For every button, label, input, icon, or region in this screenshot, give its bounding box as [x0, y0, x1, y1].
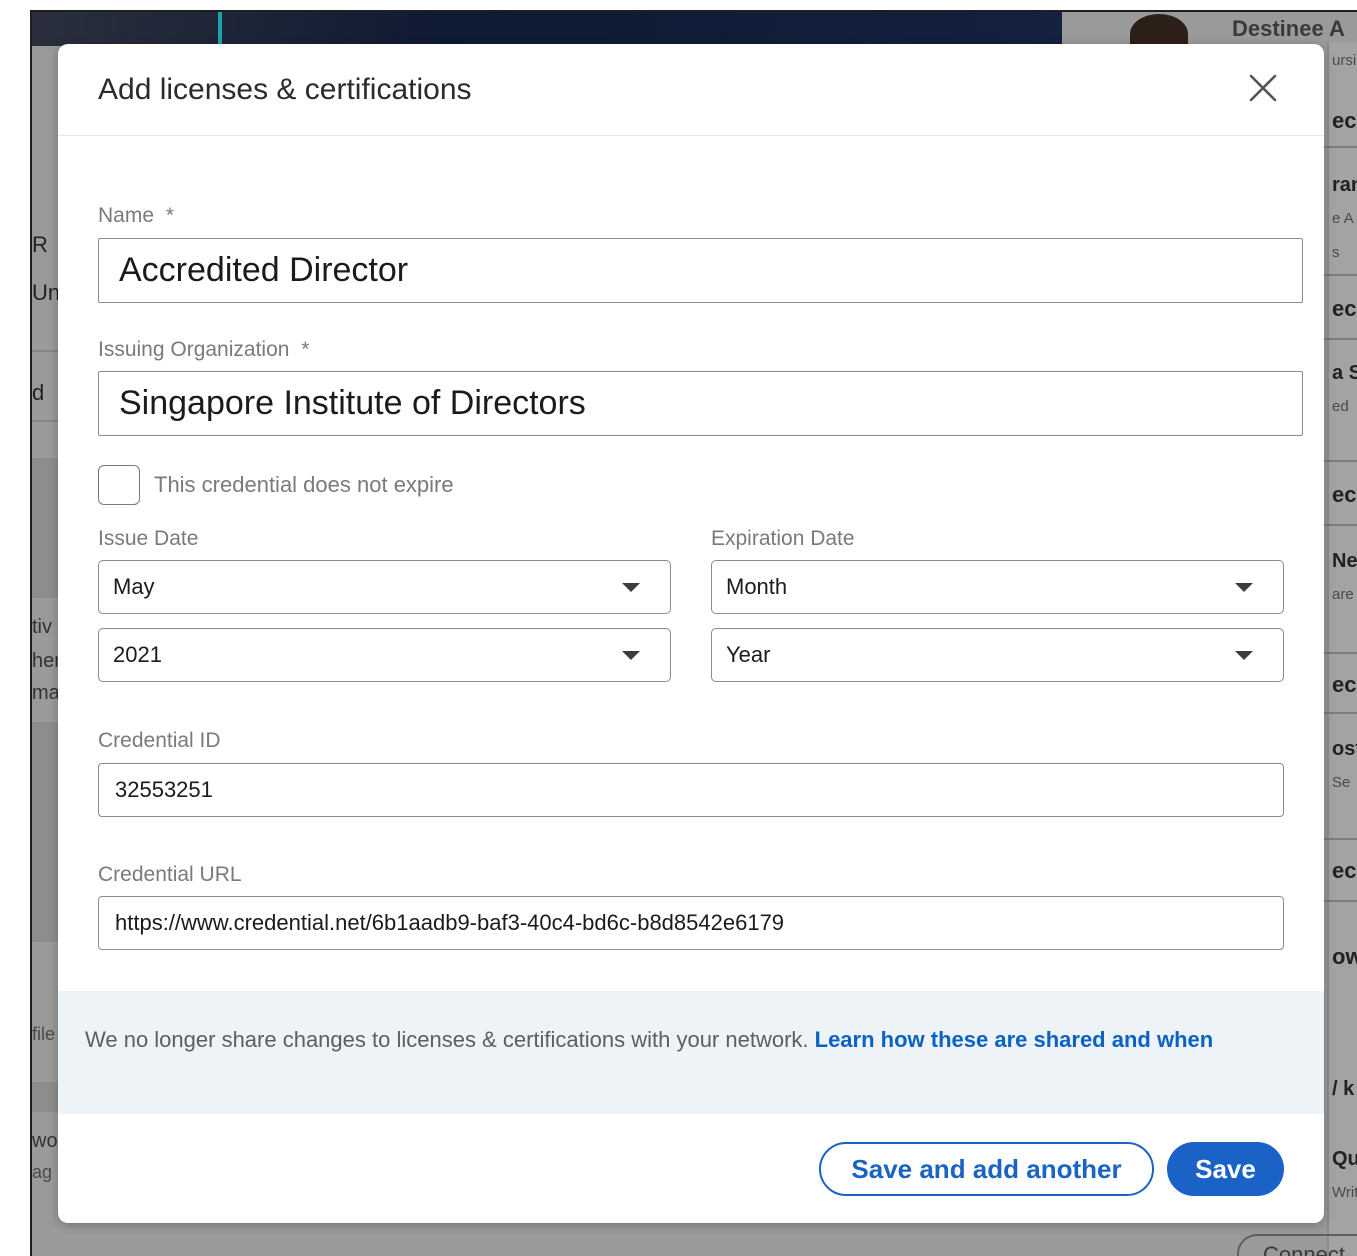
background-fragment: ec: [1332, 296, 1357, 321]
background-divider: [1322, 460, 1357, 462]
expiration-year-value: Year: [726, 642, 771, 667]
close-button[interactable]: [1241, 66, 1285, 110]
credential-url-input[interactable]: https://www.credential.net/6b1aadb9-baf3…: [98, 896, 1284, 950]
sharing-notice: We no longer share changes to licenses &…: [58, 991, 1324, 1114]
background-fragment: Un: [32, 280, 60, 305]
name-input[interactable]: Accredited Director: [98, 238, 1303, 303]
background-divider: [1322, 146, 1357, 148]
close-icon: [1249, 74, 1277, 102]
issuing-organization-label-text: Issuing Organization: [98, 338, 290, 361]
background-divider: [1322, 524, 1357, 526]
background-fragment: a S: [1332, 362, 1357, 384]
background-fragment: Se: [1332, 774, 1351, 791]
add-certification-dialog: Add licenses & certifications Name * Acc…: [58, 44, 1324, 1223]
issue-month-value: May: [113, 574, 155, 599]
credential-id-label: Credential ID: [98, 729, 221, 752]
background-fragment: her: [32, 650, 60, 672]
background-fragment: Writ: [1332, 1184, 1357, 1201]
background-fragment: R: [32, 232, 48, 257]
background-fragment: ran: [1332, 174, 1357, 196]
chevron-down-icon: [622, 651, 640, 660]
background-fragment: ec: [1332, 672, 1357, 697]
required-marker: *: [165, 204, 175, 227]
background-fragment: ag: [32, 1162, 53, 1182]
background-profile-name: Destinee A: [1232, 16, 1345, 41]
background-fragment: ost: [1332, 738, 1357, 760]
background-fragment: ursi: [1332, 52, 1357, 69]
expiration-month-select[interactable]: Month: [711, 560, 1284, 614]
required-marker: *: [301, 338, 310, 361]
expiration-year-select[interactable]: Year: [711, 628, 1284, 682]
background-divider: [1322, 274, 1357, 276]
background-fragment: ma: [32, 682, 60, 704]
no-expire-label: This credential does not expire: [154, 472, 454, 497]
issuing-organization-label: Issuing Organization *: [98, 338, 309, 362]
background-divider: [1322, 338, 1357, 340]
background-connect-button: Connect: [1237, 1234, 1357, 1256]
issue-year-select[interactable]: 2021: [98, 628, 671, 682]
issue-year-value: 2021: [113, 642, 162, 667]
background-fragment: Qu: [1332, 1148, 1357, 1170]
issue-date-label: Issue Date: [98, 527, 199, 550]
background-fragment: s: [1332, 244, 1340, 261]
background-divider: [1322, 838, 1357, 840]
background-fragment: wo: [32, 1130, 58, 1152]
credential-id-input[interactable]: 32553251: [98, 763, 1284, 817]
name-label: Name *: [98, 204, 174, 228]
background-divider: [1322, 900, 1357, 902]
background-fragment: ed: [1332, 398, 1349, 415]
background-fragment: ow: [1332, 944, 1357, 969]
background-divider: [1322, 712, 1357, 714]
dialog-header: Add licenses & certifications: [58, 44, 1324, 136]
background-fragment: tiv: [32, 616, 52, 638]
background-fragment: ec: [1332, 108, 1357, 133]
save-button[interactable]: Save: [1167, 1142, 1284, 1196]
learn-more-link[interactable]: Learn how these are shared and when: [815, 1027, 1214, 1052]
name-label-text: Name: [98, 204, 155, 227]
background-fragment: are: [1332, 586, 1354, 603]
chevron-down-icon: [1235, 583, 1253, 592]
dialog-title: Add licenses & certifications: [98, 73, 472, 106]
issuing-organization-input[interactable]: Singapore Institute of Directors: [98, 371, 1303, 436]
no-expire-checkbox[interactable]: [98, 465, 140, 505]
background-fragment: file: [32, 1024, 56, 1044]
background-banner: [32, 12, 1062, 46]
background-fragment: / k: [1332, 1078, 1355, 1100]
chevron-down-icon: [1235, 651, 1253, 660]
background-fragment: ec: [1332, 858, 1357, 883]
save-and-add-another-button[interactable]: Save and add another: [819, 1142, 1154, 1196]
issue-month-select[interactable]: May: [98, 560, 671, 614]
chevron-down-icon: [622, 583, 640, 592]
expiration-month-value: Month: [726, 574, 788, 599]
background-fragment: e A: [1332, 210, 1354, 227]
background-fragment: d: [32, 380, 45, 405]
background-fragment: ec: [1332, 482, 1357, 507]
background-fragment: Nes: [1332, 550, 1357, 572]
expiration-date-label: Expiration Date: [711, 527, 855, 550]
background-divider: [1322, 652, 1357, 654]
credential-url-label: Credential URL: [98, 863, 242, 886]
sharing-notice-text: We no longer share changes to licenses &…: [85, 1027, 815, 1052]
